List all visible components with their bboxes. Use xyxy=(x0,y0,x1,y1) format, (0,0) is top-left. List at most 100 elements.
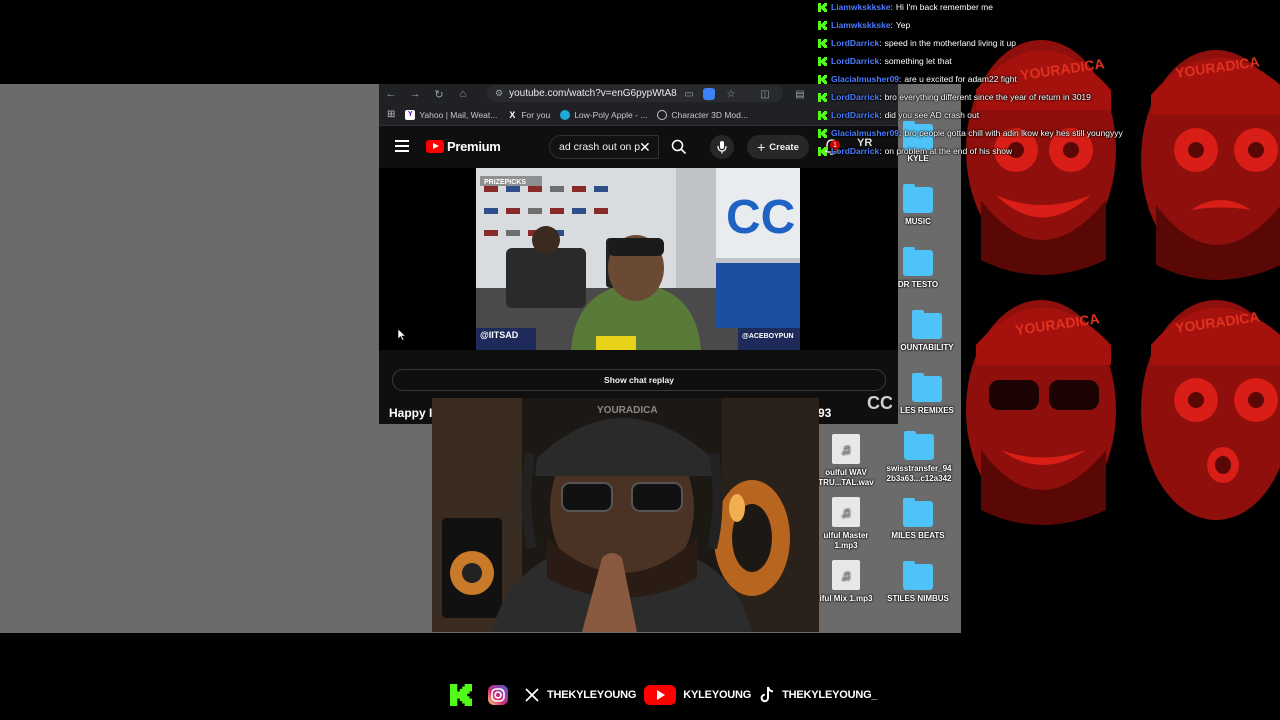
youtube-play-icon xyxy=(426,140,444,153)
bookmark-label: Low-Poly Apple - ... xyxy=(574,109,648,120)
chat-separator: : xyxy=(879,92,882,102)
bookmark-label: Character 3D Mod... xyxy=(671,109,748,120)
instagram-icon xyxy=(488,685,508,705)
chat-username[interactable]: LordDarrick xyxy=(831,110,879,120)
chat-separator: : xyxy=(890,2,893,12)
chat-text: speed in the motherland living it up xyxy=(884,38,1016,48)
social-instagram[interactable] xyxy=(487,684,516,706)
webcam-feed: YOURADICA xyxy=(432,398,819,632)
kick-icon xyxy=(818,2,827,12)
svg-text:CC: CC xyxy=(867,393,892,413)
extension-active-icon[interactable] xyxy=(699,84,719,104)
desktop-folder[interactable]: DR TESTO xyxy=(890,247,946,290)
audio-file-icon: ♫ xyxy=(832,560,860,590)
kick-icon xyxy=(818,146,827,156)
sidebar-icon[interactable]: ▤ xyxy=(790,84,810,104)
bookmark-low-poly[interactable]: Low-Poly Apple - ... xyxy=(560,109,648,120)
audio-file-icon: ♫ xyxy=(832,497,860,527)
chat-username[interactable]: LordDarrick xyxy=(831,146,879,156)
apps-icon[interactable]: ⊞ xyxy=(387,109,395,120)
folder-icon xyxy=(912,310,942,339)
clear-search-icon[interactable]: ✕ xyxy=(639,139,651,156)
reload-icon[interactable]: ↻ xyxy=(427,84,451,104)
desktop-folder[interactable]: MILES BEATS xyxy=(880,498,956,541)
social-x[interactable]: THEKYLEYOUNG xyxy=(524,687,636,703)
folder-icon xyxy=(904,431,934,460)
bookmark-star-icon[interactable]: ☆ xyxy=(721,84,741,104)
desktop-folder[interactable]: OUNTABILITY xyxy=(894,310,960,353)
social-label: KYLEYOUNG xyxy=(683,689,752,701)
desktop-file[interactable]: ♫ iful Mix 1.mp3 xyxy=(815,560,877,604)
site-info-icon[interactable]: ⚙ xyxy=(495,88,503,99)
folder-icon xyxy=(903,184,933,213)
install-icon[interactable]: ▭ xyxy=(679,84,699,104)
video-frame[interactable]: CC PRIZEPICKS @IITSAD @ACEBOYPUN xyxy=(476,168,800,350)
chat-message: LordDarrick: something let that xyxy=(815,54,952,68)
desktop-icon-label: STILES NIMBUS xyxy=(887,594,949,603)
social-label: THEKYLEYOUNG xyxy=(547,689,637,701)
bookmark-label: Yahoo | Mail, Weat... xyxy=(419,109,498,120)
globe-icon xyxy=(657,109,668,120)
kick-icon xyxy=(818,20,827,30)
desktop-folder[interactable]: MUSIC xyxy=(890,184,946,227)
chat-username[interactable]: Liamwkskkske xyxy=(831,2,891,12)
chat-text: bro people gotta chill with adin lkow ke… xyxy=(904,128,1123,138)
chat-username[interactable]: Glacialmusher09 xyxy=(831,128,899,138)
bookmark-label: For you xyxy=(521,109,551,120)
menu-icon[interactable] xyxy=(395,140,409,152)
social-youtube[interactable]: KYLEYOUNG xyxy=(644,684,751,706)
chat-message: LordDarrick: speed in the motherland liv… xyxy=(815,36,1016,50)
desktop-file-label: iful Mix 1.mp3 xyxy=(819,594,873,603)
video-player[interactable]: CC PRIZEPICKS @IITSAD @ACEBOYPUN CC xyxy=(379,168,898,413)
youtube-icon xyxy=(644,685,677,705)
social-kick[interactable] xyxy=(450,684,479,706)
create-button[interactable]: + Create xyxy=(747,135,809,159)
desktop-folder[interactable]: LES REMIXES xyxy=(894,373,960,416)
chat-separator: : xyxy=(879,110,882,120)
mouse-cursor-icon xyxy=(398,329,406,341)
forward-icon[interactable]: → xyxy=(403,84,427,104)
chat-text: something let that xyxy=(884,56,952,66)
plus-icon: + xyxy=(757,139,766,155)
chat-username[interactable]: Glacialmusher09 xyxy=(831,74,899,84)
create-label: Create xyxy=(769,141,799,153)
bookmark-character[interactable]: Character 3D Mod... xyxy=(657,109,748,120)
show-chat-replay-button[interactable]: Show chat replay xyxy=(392,369,886,391)
sketchfab-icon xyxy=(560,109,571,120)
extensions-icon[interactable]: ◫ xyxy=(755,84,775,104)
desktop-file[interactable]: ♫ ulful Master 1.mp3 xyxy=(815,497,877,551)
social-tiktok[interactable]: THEKYLEYOUNG_ xyxy=(759,686,878,704)
back-icon[interactable]: ← xyxy=(379,84,403,104)
kick-icon xyxy=(818,92,827,102)
bookmark-yahoo[interactable]: Y Yahoo | Mail, Weat... xyxy=(405,109,498,120)
chat-separator: : xyxy=(890,20,893,30)
kick-icon xyxy=(818,110,827,120)
chat-username[interactable]: LordDarrick xyxy=(831,56,879,66)
chat-username[interactable]: Liamwkskkske xyxy=(831,20,891,30)
desktop-file[interactable]: ♫ oulful WAV TRU...TAL.wav xyxy=(815,434,877,488)
sponsor-tag: PRIZEPICKS xyxy=(484,179,526,186)
video-title-start: Happy I xyxy=(389,406,433,420)
voice-search-button[interactable] xyxy=(710,135,734,159)
channel-watermark-icon[interactable]: CC xyxy=(866,392,892,414)
home-icon[interactable]: ⌂ xyxy=(451,84,475,104)
tiktok-icon xyxy=(760,686,774,703)
desktop-file-label: ulful Master 1.mp3 xyxy=(823,531,869,550)
x-icon: X xyxy=(509,109,516,120)
microphone-icon xyxy=(717,141,727,154)
desktop-file-label: oulful WAV TRU...TAL.wav xyxy=(818,468,874,487)
chat-message: LordDarrick: did you see AD crash out xyxy=(815,108,979,122)
chat-message: Glacialmusher09: are u excited for adam2… xyxy=(815,72,1017,86)
youtube-logo[interactable]: Premium xyxy=(426,139,501,154)
chat-username[interactable]: LordDarrick xyxy=(831,38,879,48)
desktop-folder[interactable]: STILES NIMBUS xyxy=(880,561,956,604)
search-value: ad crash out on p xyxy=(559,141,641,153)
chat-message: LordDarrick: bro everything different si… xyxy=(815,90,1091,104)
chat-username[interactable]: LordDarrick xyxy=(831,92,879,102)
chat-message: LordDarrick: on problem at the end of hi… xyxy=(815,144,1012,158)
chat-separator: : xyxy=(899,128,902,138)
desktop-folder[interactable]: swisstransfer_94 2b3a63...c12a342 xyxy=(878,431,960,484)
social-links-bar: THEKYLEYOUNG KYLEYOUNG THEKYLEYOUNG_ xyxy=(450,682,885,708)
search-button[interactable] xyxy=(661,135,697,159)
bookmark-for-you[interactable]: X For you xyxy=(507,110,550,120)
